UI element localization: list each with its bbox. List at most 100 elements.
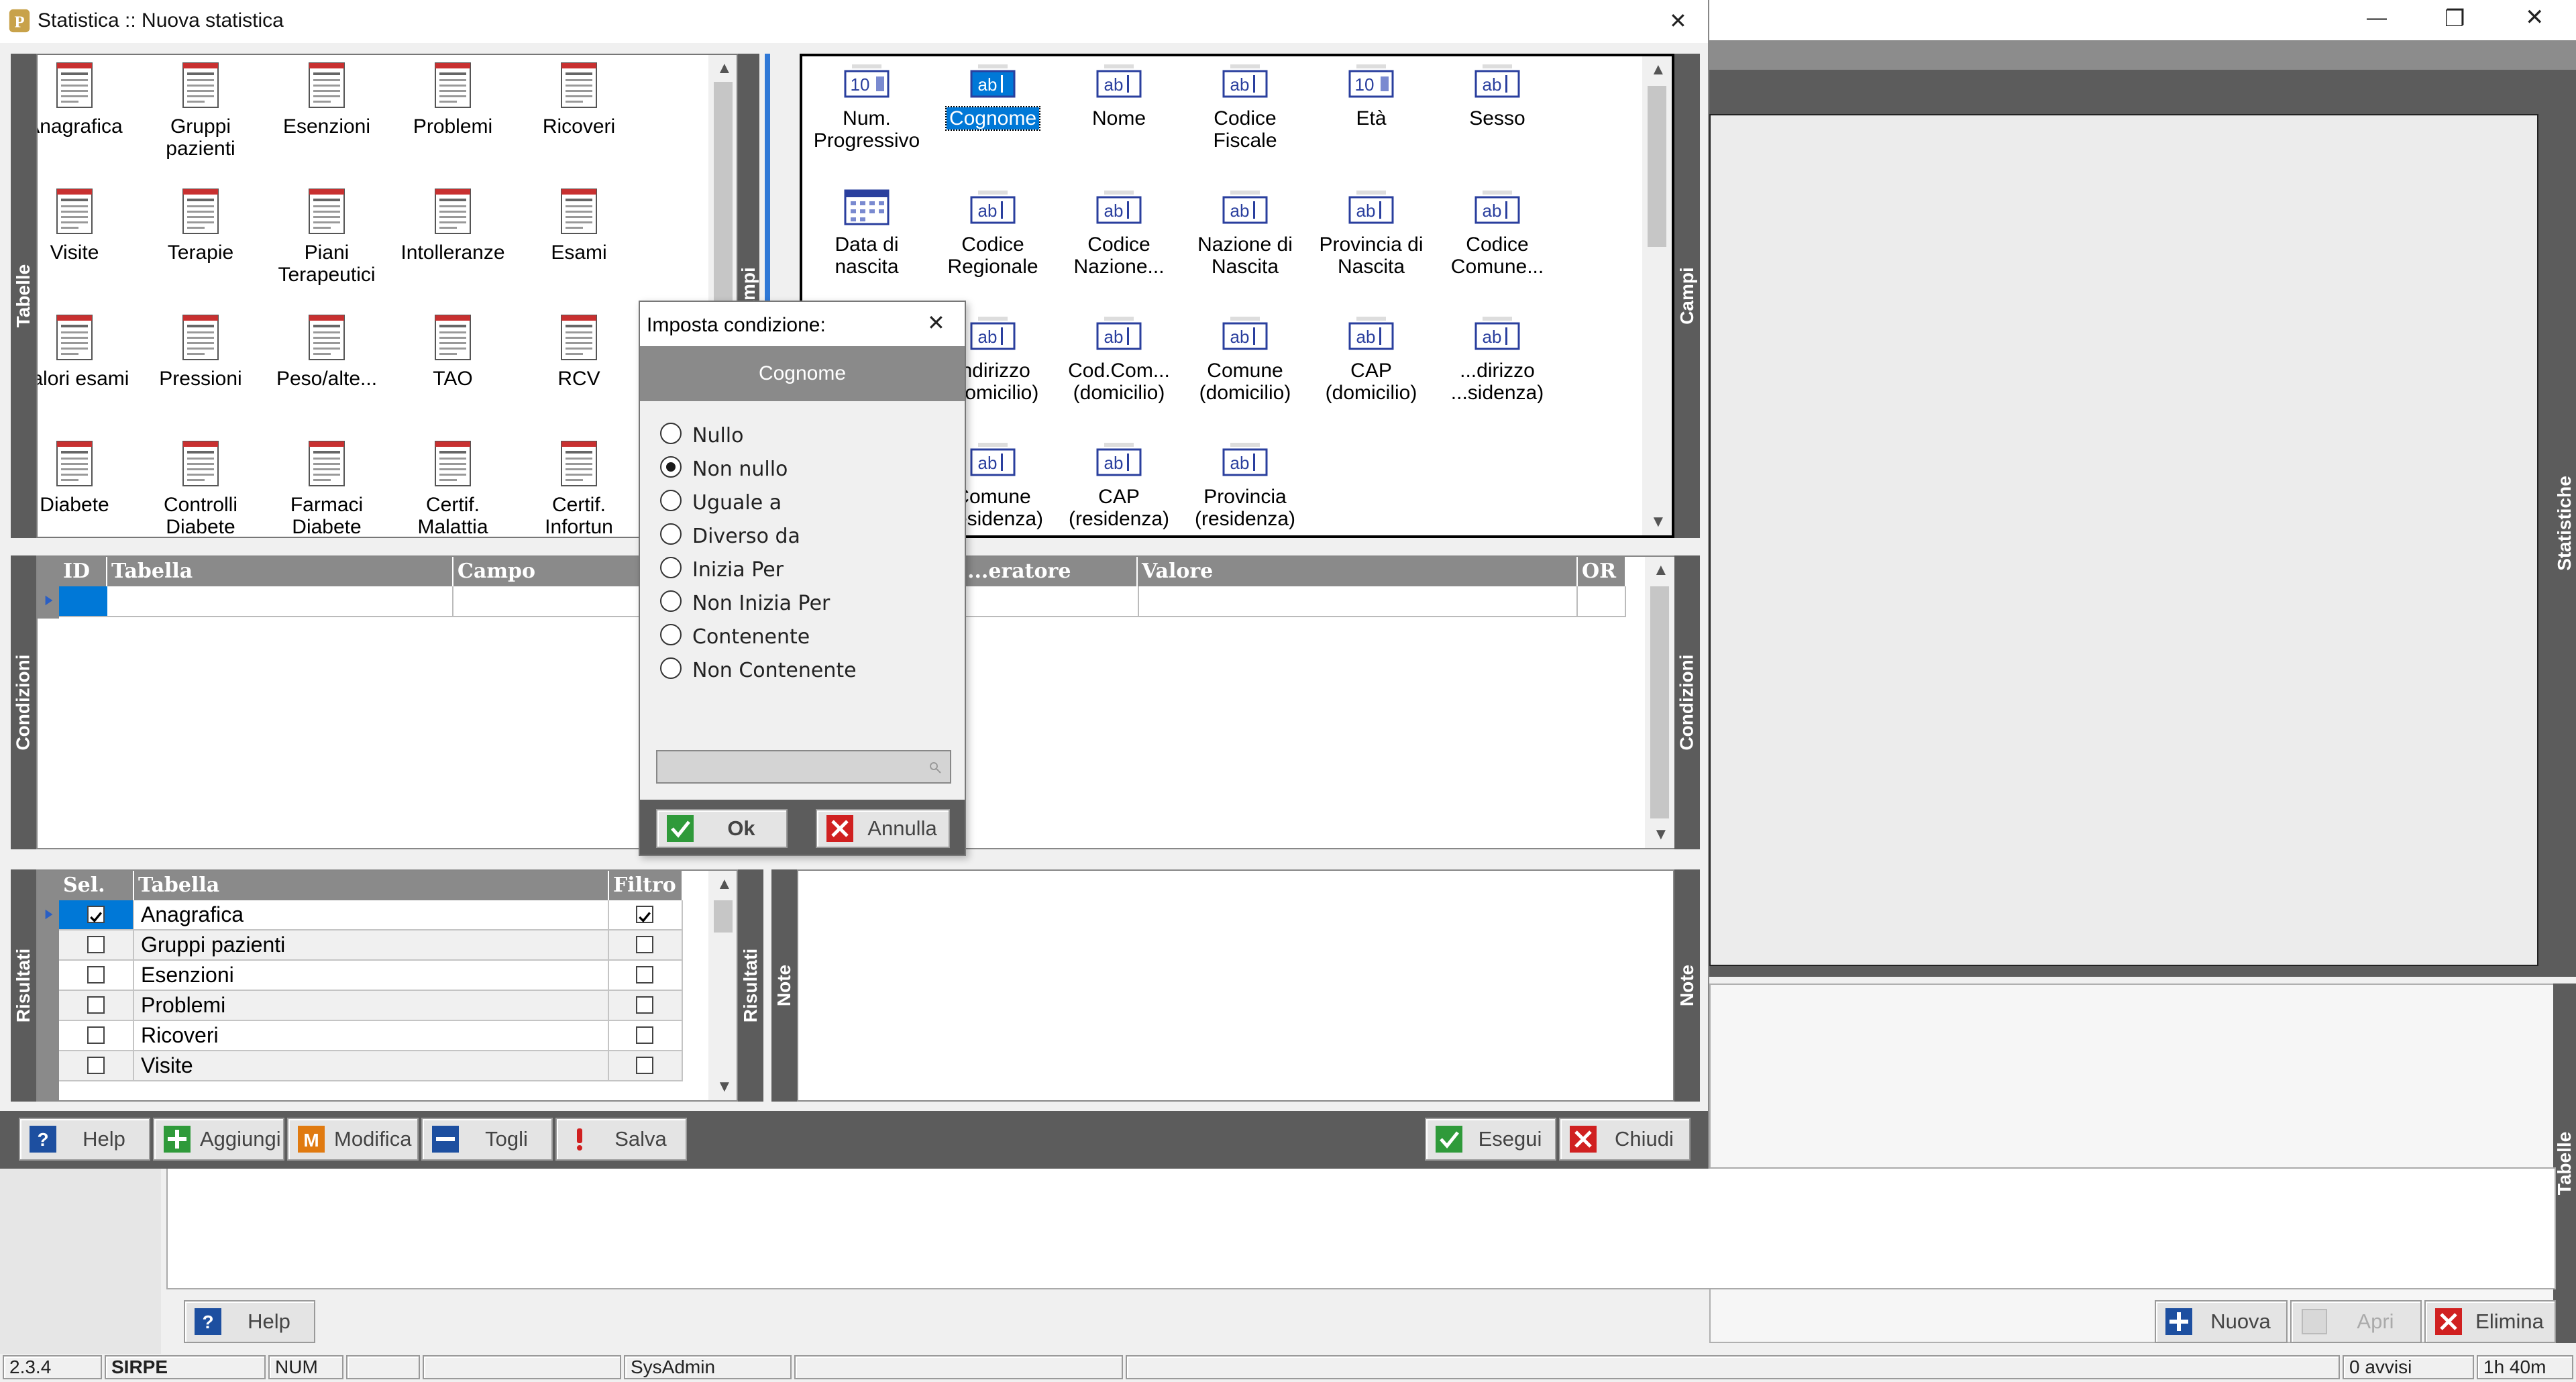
res-scroll-down-icon[interactable]: ▼ [716,1077,733,1096]
conditions-id-cell[interactable] [59,586,107,616]
cond-scroll-up-icon[interactable]: ▲ [1653,561,1669,580]
sel-checkbox[interactable] [87,1026,105,1044]
togli-button[interactable]: Togli [421,1118,553,1161]
field-item[interactable]: ab Codice Fiscale [1181,62,1309,152]
field-item[interactable]: ab Provincia di Nascita [1307,188,1435,278]
field-item[interactable]: ab Cognome [929,62,1057,131]
results-sel-cell[interactable] [59,1051,134,1080]
table-item[interactable]: Certif. Infortun [515,440,643,537]
popup-close-button[interactable]: ✕ [927,310,945,335]
radio-button[interactable] [660,456,682,478]
results-filtro-cell[interactable] [609,961,683,990]
restore-button[interactable]: ❐ [2445,5,2465,32]
results-row[interactable]: Problemi [59,991,683,1021]
results-row[interactable]: Esenzioni [59,961,683,991]
fields-scroll-thumb[interactable] [1648,86,1666,247]
table-item[interactable]: Ricoveri [515,62,643,138]
annulla-button[interactable]: Annulla [816,809,950,848]
table-item[interactable]: TAO [389,314,517,390]
table-item[interactable]: Farmaci Diabete [263,440,390,537]
sel-checkbox[interactable] [87,936,105,953]
operator-option[interactable]: Non Inizia Per [660,588,942,615]
radio-button[interactable] [660,624,682,645]
sel-checkbox[interactable] [87,996,105,1014]
table-item[interactable]: Visite [38,188,138,264]
table-item[interactable]: Pressioni [137,314,264,390]
table-item[interactable]: Terapie [137,188,264,264]
table-item[interactable]: Piani Terapeutici [263,188,390,286]
conditions-scrollbar[interactable]: ▲ ▼ [1645,557,1674,848]
operator-option[interactable]: Non nullo [660,454,942,481]
table-item[interactable]: Gruppi pazienti [137,62,264,160]
popup-value-input[interactable] [656,750,951,784]
radio-button[interactable] [660,490,682,511]
radio-button[interactable] [660,557,682,578]
table-item[interactable]: Peso/alte... [263,314,390,390]
operator-option[interactable]: Nullo [660,420,942,447]
ok-button[interactable]: Ok [656,809,788,848]
field-item[interactable]: ab Codice Regionale [929,188,1057,278]
field-item[interactable]: ab Codice Nazione... [1055,188,1183,278]
scroll-up-icon[interactable]: ▲ [716,59,733,78]
results-sel-cell[interactable] [59,900,134,929]
operator-option[interactable]: Non Contenente [660,655,942,682]
results-sel-cell[interactable] [59,931,134,959]
sel-checkbox[interactable] [87,906,105,923]
field-item[interactable]: 10 Età [1307,62,1435,129]
field-item[interactable]: ab Provincia (residenza) [1181,440,1309,530]
results-row[interactable]: Ricoveri [59,1021,683,1051]
table-item[interactable]: Controlli Diabete [137,440,264,537]
cond-scroll-down-icon[interactable]: ▼ [1653,825,1669,844]
conditions-or-cell[interactable] [1578,586,1626,616]
filtro-checkbox[interactable] [636,1026,653,1044]
search-icon[interactable] [928,761,942,774]
conditions-tabella-cell[interactable] [107,586,453,616]
radio-button[interactable] [660,523,682,545]
radio-button[interactable] [660,657,682,679]
field-item[interactable]: ab ...dirizzo ...sidenza) [1434,314,1561,404]
nuova-button[interactable]: Nuova [2155,1300,2288,1343]
results-filtro-cell[interactable] [609,1021,683,1050]
close-window-button[interactable]: ✕ [2525,4,2544,31]
field-item[interactable]: Data di nascita [803,188,930,278]
modifica-button[interactable]: M Modifica [287,1118,419,1161]
aggiungi-button[interactable]: Aggiungi [153,1118,284,1161]
table-item[interactable]: RCV [515,314,643,390]
help-button[interactable]: ? Help [19,1118,150,1161]
main-help-button[interactable]: ? Help [184,1300,315,1343]
field-item[interactable]: ab Comune (domicilio) [1181,314,1309,404]
chiudi-button[interactable]: Chiudi [1559,1118,1690,1161]
fields-scroll-up-icon[interactable]: ▲ [1650,60,1666,79]
table-item[interactable]: Valori esami [38,314,138,390]
radio-button[interactable] [660,423,682,444]
results-sel-cell[interactable] [59,961,134,990]
filtro-checkbox[interactable] [636,996,653,1014]
operator-option[interactable]: Diverso da [660,521,942,548]
sel-checkbox[interactable] [87,966,105,984]
table-item[interactable]: Esenzioni [263,62,390,138]
table-item[interactable]: Esami [515,188,643,264]
table-item[interactable]: Intolleranze [389,188,517,264]
fields-scroll-down-icon[interactable]: ▼ [1650,513,1666,531]
field-item[interactable]: ab Codice Comune... [1434,188,1561,278]
field-item[interactable]: 10 Num. Progressivo [803,62,930,152]
elimina-button[interactable]: Elimina [2424,1300,2556,1343]
table-item[interactable]: Problemi [389,62,517,138]
field-item[interactable]: ab Cod.Com... (domicilio) [1055,314,1183,404]
table-item[interactable]: Diabete [38,440,138,516]
filtro-checkbox[interactable] [636,906,653,923]
field-item[interactable]: ab Sesso [1434,62,1561,129]
radio-button[interactable] [660,590,682,612]
results-row[interactable]: Gruppi pazienti [59,931,683,961]
field-item[interactable]: ab Nazione di Nascita [1181,188,1309,278]
results-row[interactable]: Visite [59,1051,683,1081]
results-scrollbar[interactable]: ▲ ▼ [708,871,737,1100]
sel-checkbox[interactable] [87,1057,105,1074]
conditions-valore-cell[interactable] [1138,586,1578,616]
results-filtro-cell[interactable] [609,1051,683,1080]
note-area[interactable] [797,869,1674,1102]
fields-scrollbar[interactable]: ▲ ▼ [1642,56,1672,535]
results-sel-cell[interactable] [59,991,134,1020]
field-item[interactable]: ab CAP (domicilio) [1307,314,1435,404]
results-filtro-cell[interactable] [609,931,683,959]
